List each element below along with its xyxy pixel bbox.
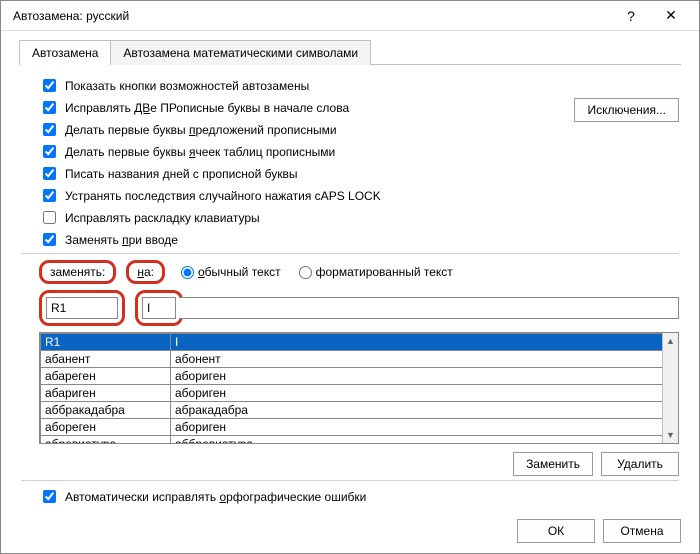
- tab-math[interactable]: Автозамена математическими символами: [110, 40, 371, 65]
- scroll-down-icon[interactable]: ▼: [663, 427, 678, 443]
- label-show-buttons: Показать кнопки возможностей автозамены: [65, 79, 309, 93]
- window-title: Автозамена: русский: [13, 9, 611, 23]
- table-row: абаригенабориген: [41, 385, 678, 402]
- table-row: аборегенабориген: [41, 419, 678, 436]
- with-input-extension: [179, 297, 679, 319]
- label-days: Писать названия дней с прописной буквы: [65, 167, 297, 181]
- check-show-buttons[interactable]: [43, 79, 56, 92]
- radio-formatted[interactable]: [299, 266, 312, 279]
- label-table-caps: Делать первые буквы ячеек таблиц прописн…: [65, 145, 335, 159]
- replacements-table-wrap: R1I абанентабонент абарегенабориген абар…: [39, 332, 679, 444]
- radio-plain-label: обычный текст: [198, 265, 281, 279]
- table-row: абревиатурааббревиатура: [41, 436, 678, 445]
- check-spelling[interactable]: [43, 490, 56, 503]
- check-days[interactable]: [43, 167, 56, 180]
- action-buttons: Заменить Удалить: [21, 452, 679, 476]
- replacements-table[interactable]: R1I абанентабонент абарегенабориген абар…: [40, 333, 678, 444]
- check-row-table-caps: Делать первые буквы ячеек таблиц прописн…: [39, 142, 679, 161]
- check-table-caps[interactable]: [43, 145, 56, 158]
- check-two-caps[interactable]: [43, 101, 56, 114]
- with-label-highlight: на:: [126, 260, 165, 284]
- help-button[interactable]: ?: [611, 2, 651, 30]
- check-replace-type[interactable]: [43, 233, 56, 246]
- with-input[interactable]: [142, 297, 176, 319]
- delete-button[interactable]: Удалить: [601, 452, 679, 476]
- radio-plain-item[interactable]: обычный текст: [181, 265, 281, 279]
- replace-input[interactable]: [46, 297, 118, 319]
- table-row: абанентабонент: [41, 351, 678, 368]
- replace-button[interactable]: Заменить: [513, 452, 593, 476]
- tab-strip: Автозамена Автозамена математическими си…: [19, 39, 681, 65]
- check-row-capslock: Устранять последствия случайного нажатия…: [39, 186, 679, 205]
- divider: [21, 253, 679, 254]
- exceptions-row: Исправлять ДВе ПРописные буквы в начале …: [21, 98, 679, 117]
- table-row: R1I: [41, 334, 678, 351]
- check-row-replace-type: Заменять при вводе: [39, 230, 679, 249]
- with-label: на:: [137, 265, 154, 279]
- label-capslock: Устранять последствия случайного нажатия…: [65, 189, 381, 203]
- ok-button[interactable]: ОК: [517, 519, 595, 543]
- replace-label: заменять:: [50, 265, 105, 279]
- replace-label-highlight: заменять:: [39, 260, 116, 284]
- replace-labels-row: заменять: на: обычный текст форматирован…: [39, 260, 679, 284]
- label-replace-type: Заменять при вводе: [65, 233, 178, 247]
- dialog-window: Автозамена: русский ? ✕ Автозамена Автоз…: [0, 0, 700, 554]
- table-row: абарегенабориген: [41, 368, 678, 385]
- close-button[interactable]: ✕: [651, 2, 691, 30]
- check-row-keyboard: Исправлять раскладку клавиатуры: [39, 208, 679, 227]
- scroll-up-icon[interactable]: ▲: [663, 333, 678, 349]
- tab-autocorrect[interactable]: Автозамена: [19, 40, 111, 65]
- cancel-button[interactable]: Отмена: [603, 519, 681, 543]
- with-input-highlight: [135, 290, 183, 326]
- replace-inputs-row: [39, 290, 679, 326]
- label-spelling: Автоматически исправлять орфографические…: [65, 490, 366, 504]
- radio-formatted-label: форматированный текст: [316, 265, 453, 279]
- titlebar: Автозамена: русский ? ✕: [1, 1, 699, 31]
- scrollbar[interactable]: ▲ ▼: [662, 333, 678, 443]
- table-row: аббракадабраабракадабра: [41, 402, 678, 419]
- divider-2: [21, 480, 679, 481]
- check-capslock[interactable]: [43, 189, 56, 202]
- replace-input-highlight: [39, 290, 125, 326]
- check-row-show-buttons: Показать кнопки возможностей автозамены: [39, 76, 679, 95]
- body: Автозамена Автозамена математическими си…: [1, 31, 699, 527]
- tab-content: Показать кнопки возможностей автозамены …: [19, 65, 681, 515]
- check-keyboard[interactable]: [43, 211, 56, 224]
- exceptions-button[interactable]: Исключения...: [574, 98, 679, 122]
- check-row-spelling: Автоматически исправлять орфографические…: [39, 487, 679, 506]
- check-row-sentence-caps: Делать первые буквы предложений прописны…: [39, 120, 679, 139]
- check-sentence-caps[interactable]: [43, 123, 56, 136]
- check-row-days: Писать названия дней с прописной буквы: [39, 164, 679, 183]
- footer-buttons: ОК Отмена: [517, 519, 681, 543]
- radio-formatted-item[interactable]: форматированный текст: [299, 265, 453, 279]
- label-keyboard: Исправлять раскладку клавиатуры: [65, 211, 260, 225]
- radio-plain[interactable]: [181, 266, 194, 279]
- label-two-caps: Исправлять ДВе ПРописные буквы в начале …: [65, 101, 349, 115]
- label-sentence-caps: Делать первые буквы предложений прописны…: [65, 123, 337, 137]
- radio-group: обычный текст форматированный текст: [181, 265, 453, 279]
